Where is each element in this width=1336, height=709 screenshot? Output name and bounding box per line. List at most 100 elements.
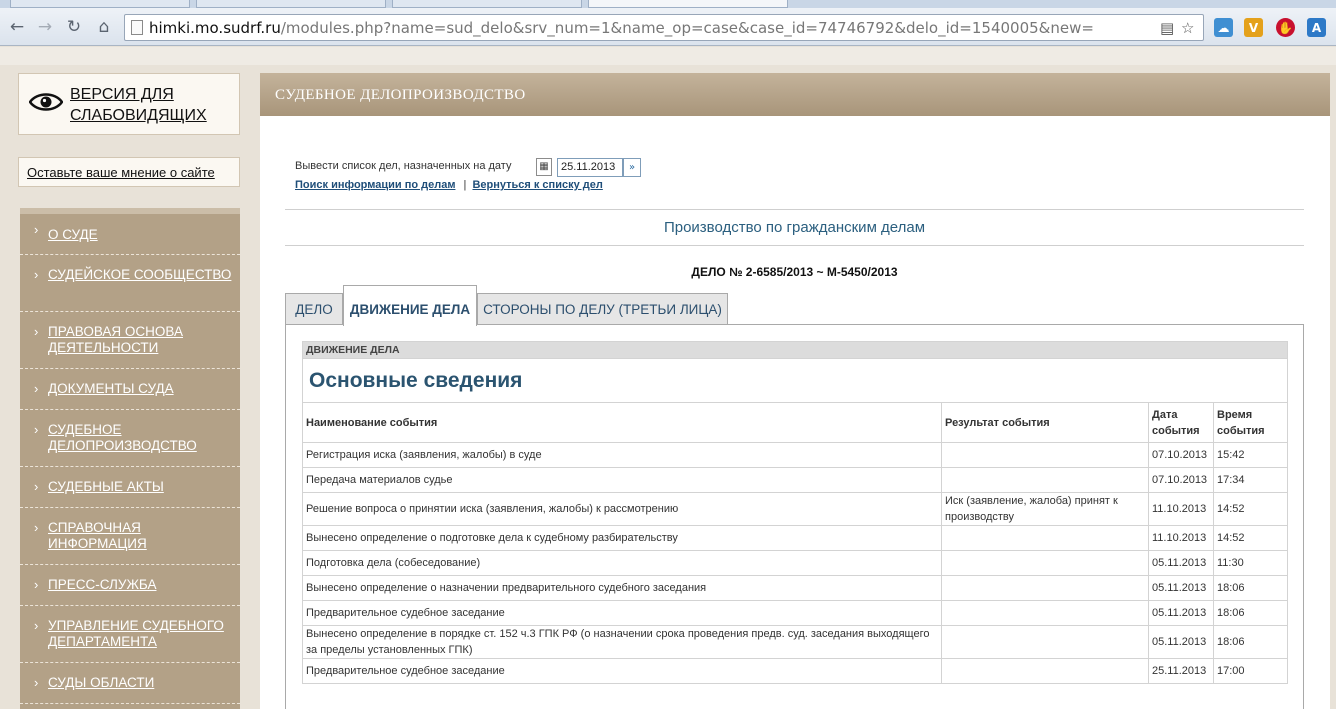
- event-date-cell: 05.11.2013: [1148, 550, 1214, 576]
- adblock-extension-icon[interactable]: ✋: [1276, 18, 1295, 37]
- chevron-right-icon: ›: [34, 324, 39, 339]
- browser-tabstrip: [0, 0, 1336, 8]
- chevron-right-icon: ›: [34, 577, 39, 592]
- case-links: Поиск информации по делам | Вернуться к …: [295, 179, 603, 191]
- divider: [285, 245, 1304, 246]
- sidebar-item-proceedings[interactable]: › СУДЕБНОЕ ДЕЛОПРОИЗВОДСТВО: [20, 410, 240, 467]
- table-row: Вынесено определение о подготовке дела к…: [302, 525, 1289, 551]
- event-date-cell: 07.10.2013: [1148, 442, 1214, 468]
- section-header-title: СУДЕБНОЕ ДЕЛОПРОИЗВОДСТВО: [275, 87, 526, 103]
- event-time-cell: 14:52: [1212, 525, 1289, 551]
- sidebar-item-label[interactable]: О СУДЕ: [48, 227, 236, 243]
- table-row: Вынесено определение о назначении предва…: [302, 575, 1289, 601]
- feedback-link-box[interactable]: Оставьте ваше мнение о сайте: [18, 157, 240, 187]
- sidebar-item-label[interactable]: СУДЕБНОЕ ДЕЛОПРОИЗВОДСТВО: [48, 422, 236, 454]
- page-icon: [131, 20, 143, 35]
- event-name-cell: Подготовка дела (собеседование): [302, 550, 942, 576]
- event-result-cell: [941, 600, 1149, 626]
- sidebar-item-press-service[interactable]: › ПРЕСС-СЛУЖБА: [20, 565, 240, 606]
- sidebar-item-regional-courts[interactable]: › СУДЫ ОБЛАСТИ: [20, 663, 240, 704]
- event-name-cell: Вынесено определение в порядке ст. 152 ч…: [302, 625, 942, 659]
- date-prompt: Вывести список дел, назначенных на дату: [295, 160, 512, 172]
- browser-tab[interactable]: [196, 0, 386, 8]
- low-vision-version-button[interactable]: ВЕРСИЯ ДЛЯ СЛАБОВИДЯЩИХ: [18, 73, 240, 135]
- event-result-cell: [941, 550, 1149, 576]
- back-icon[interactable]: ←: [6, 16, 28, 38]
- event-date-cell: 07.10.2013: [1148, 467, 1214, 493]
- event-result-cell: [941, 467, 1149, 493]
- event-result-cell: [941, 658, 1149, 684]
- event-date-cell: 05.11.2013: [1148, 575, 1214, 601]
- sidebar-menu: › О СУДЕ › СУДЕЙСКОЕ СООБЩЕСТВО › ПРАВОВАЯ …: [20, 208, 240, 709]
- event-time-cell: 14:52: [1212, 492, 1289, 526]
- feedback-link[interactable]: Оставьте ваше мнение о сайте: [27, 165, 215, 180]
- sidebar-item-reference-info[interactable]: › СПРАВОЧНАЯ ИНФОРМАЦИЯ: [20, 508, 240, 565]
- chevron-right-icon: ›: [34, 222, 39, 237]
- chevron-right-icon: ›: [34, 618, 39, 633]
- weather-extension-icon[interactable]: ☁: [1214, 18, 1233, 37]
- address-bar[interactable]: himki.mo.sudrf.ru/modules.php?name=sud_d…: [124, 14, 1204, 41]
- date-field[interactable]: 25.11.2013: [557, 158, 623, 177]
- event-name-cell: Решение вопроса о принятии иска (заявлен…: [302, 492, 942, 526]
- sidebar-item-documents[interactable]: › ДОКУМЕНТЫ СУДА: [20, 369, 240, 410]
- event-name-cell: Регистрация иска (заявления, жалобы) в с…: [302, 442, 942, 468]
- event-date-cell: 25.11.2013: [1148, 658, 1214, 684]
- translate-extension-icon[interactable]: A: [1307, 18, 1326, 37]
- event-name-cell: Вынесено определение о назначении предва…: [302, 575, 942, 601]
- event-time-cell: 17:00: [1212, 658, 1289, 684]
- chevron-right-icon: ›: [34, 422, 39, 437]
- sidebar-item-label[interactable]: СУДЫ ОБЛАСТИ: [48, 675, 236, 691]
- home-icon[interactable]: ⌂: [93, 16, 115, 38]
- tab-case-movement[interactable]: ДВИЖЕНИЕ ДЕЛА: [343, 285, 477, 326]
- sidebar-item-about[interactable]: › О СУДЕ: [20, 222, 240, 255]
- sidebar-item-legal-basis[interactable]: › ПРАВОВАЯ ОСНОВА ДЕЯТЕЛЬНОСТИ: [20, 312, 240, 369]
- event-date-cell: 05.11.2013: [1148, 625, 1214, 659]
- url-text[interactable]: himki.mo.sudrf.ru/modules.php?name=sud_d…: [149, 19, 1094, 37]
- event-date-cell: 11.10.2013: [1148, 492, 1214, 526]
- event-time-cell: 15:42: [1212, 442, 1289, 468]
- page-action-icon[interactable]: ▤: [1160, 19, 1174, 37]
- chevron-right-icon: ›: [34, 267, 39, 282]
- proceedings-title: Производство по гражданским делам: [663, 219, 926, 236]
- page-top-strip: [0, 47, 1336, 65]
- eye-icon: [29, 93, 63, 111]
- sidebar-item-label[interactable]: ПРАВОВАЯ ОСНОВА ДЕЯТЕЛЬНОСТИ: [48, 324, 236, 356]
- table-row: Решение вопроса о принятии иска (заявлен…: [302, 492, 1289, 526]
- sidebar-item-label[interactable]: ДОКУМЕНТЫ СУДА: [48, 381, 236, 397]
- sidebar-item-label[interactable]: СУДЕЙСКОЕ СООБЩЕСТВО: [48, 267, 236, 283]
- sidebar-item-label[interactable]: СПРАВОЧНАЯ ИНФОРМАЦИЯ: [48, 520, 236, 552]
- column-header-date: Дата события: [1148, 402, 1214, 443]
- sidebar-item-label[interactable]: СУДЕБНЫЕ АКТЫ: [48, 479, 236, 495]
- browser-toolbar: ← → ↻ ⌂ himki.mo.sudrf.ru/modules.php?na…: [0, 8, 1336, 46]
- event-date-cell: 11.10.2013: [1148, 525, 1214, 551]
- sidebar-item-label[interactable]: УПРАВЛЕНИЕ СУДЕБНОГО ДЕПАРТАМЕНТА: [48, 618, 236, 650]
- chevron-right-icon: ›: [34, 479, 39, 494]
- tab-parties[interactable]: СТОРОНЫ ПО ДЕЛУ (ТРЕТЬИ ЛИЦА): [477, 293, 728, 325]
- browser-tab[interactable]: [392, 0, 582, 8]
- bookmark-star-icon[interactable]: ☆: [1181, 19, 1194, 37]
- browser-tab[interactable]: [10, 0, 190, 8]
- chevron-right-icon: ›: [34, 520, 39, 535]
- event-name-cell: Предварительное судебное заседание: [302, 600, 942, 626]
- tab-panel: ДВИЖЕНИЕ ДЕЛА Основные сведения Наименов…: [285, 324, 1304, 709]
- submit-date-icon[interactable]: »: [623, 158, 641, 177]
- sidebar-item-judicial-community[interactable]: › СУДЕЙСКОЕ СООБЩЕСТВО: [20, 255, 240, 312]
- section-header-bar: СУДЕБНОЕ ДЕЛОПРОИЗВОДСТВО: [260, 73, 1330, 116]
- search-cases-link[interactable]: Поиск информации по делам: [295, 179, 455, 191]
- tab-case[interactable]: ДЕЛО: [285, 293, 343, 325]
- calendar-icon[interactable]: ▦: [536, 158, 552, 176]
- low-vision-label[interactable]: ВЕРСИЯ ДЛЯ СЛАБОВИДЯЩИХ: [70, 84, 235, 126]
- sidebar-item-court-department[interactable]: › УПРАВЛЕНИЕ СУДЕБНОГО ДЕПАРТАМЕНТА: [20, 606, 240, 663]
- v-extension-icon[interactable]: V: [1244, 18, 1263, 37]
- reload-icon[interactable]: ↻: [63, 16, 85, 38]
- sidebar-item-court-acts[interactable]: › СУДЕБНЫЕ АКТЫ: [20, 467, 240, 508]
- back-to-list-link[interactable]: Вернуться к списку дел: [472, 179, 602, 191]
- sidebar-item-label[interactable]: ПРЕСС-СЛУЖБА: [48, 577, 236, 593]
- case-number: ДЕЛО № 2-6585/2013 ~ М-5450/2013: [691, 265, 898, 279]
- event-time-cell: 11:30: [1212, 550, 1289, 576]
- column-header-event: Наименование события: [302, 402, 942, 443]
- chevron-right-icon: ›: [34, 675, 39, 690]
- table-row: Подготовка дела (собеседование) 05.11.20…: [302, 550, 1289, 576]
- forward-icon[interactable]: →: [34, 16, 56, 38]
- browser-tab-active[interactable]: [588, 0, 788, 8]
